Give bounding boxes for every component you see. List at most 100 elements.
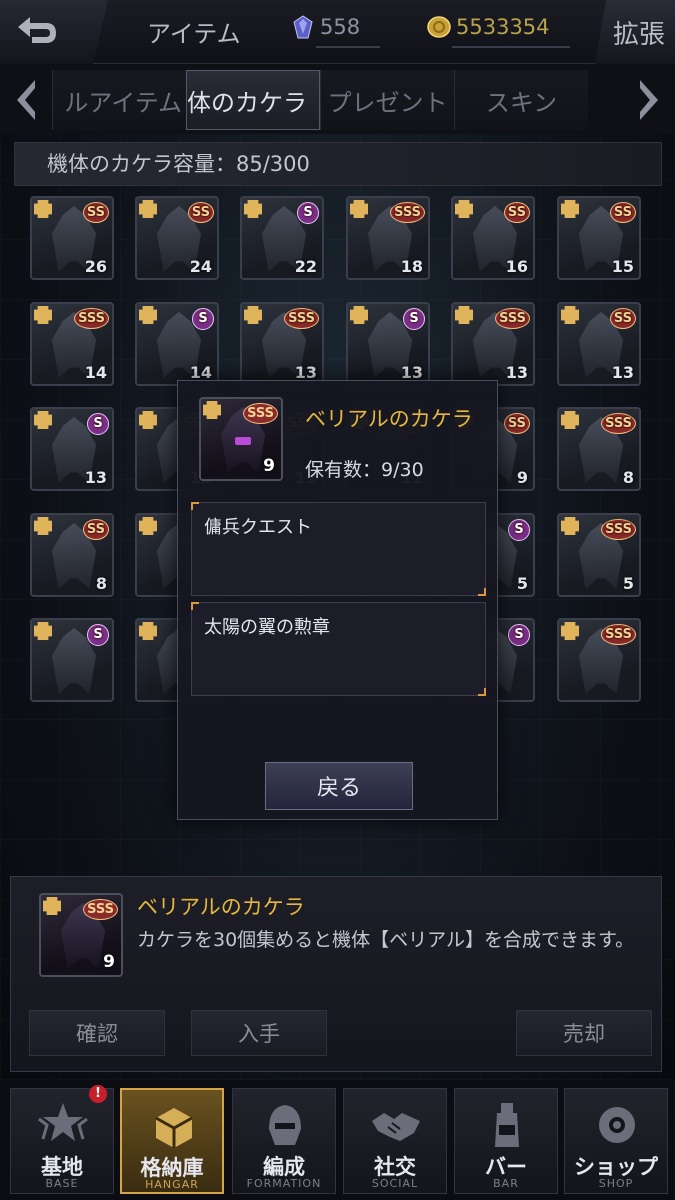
fragment-item[interactable]: SS 16 <box>451 196 535 280</box>
fragment-item[interactable]: S 13 <box>346 302 430 386</box>
nav-bar[interactable]: バー BAR <box>454 1088 558 1194</box>
fragment-item[interactable]: SS 26 <box>30 196 114 280</box>
category-tabs: ルアイテム 体のカケラ プレゼント スキン <box>0 64 675 134</box>
rank-badge: SSS <box>243 403 278 424</box>
tab-scroll-left[interactable] <box>6 74 46 126</box>
gem-counter: 558 <box>290 12 381 48</box>
fragment-item[interactable]: S 13 <box>30 407 114 491</box>
puzzle-piece-icon <box>34 411 52 429</box>
tab-skins[interactable]: スキン <box>454 70 588 130</box>
fragment-item[interactable]: SSS 8 <box>557 407 641 491</box>
fragment-count: 15 <box>611 257 634 276</box>
sell-button[interactable]: 売却 <box>516 1010 652 1056</box>
top-bar: アイテム 558 5533354 拡張 <box>0 0 675 64</box>
rank-badge: S <box>508 624 530 646</box>
rank-badge: SSS <box>284 308 319 329</box>
expand-button[interactable]: 拡張 <box>595 0 675 64</box>
base-emblem-icon <box>37 1099 89 1151</box>
chevron-left-icon <box>17 80 35 120</box>
detail-fragment-icon: SSS 9 <box>39 893 123 977</box>
fragment-count: 22 <box>294 257 317 276</box>
fragment-count: 5 <box>516 574 528 593</box>
popup-back-button[interactable]: 戻る <box>265 762 413 810</box>
nav-formation[interactable]: 編成 FORMATION <box>232 1088 336 1194</box>
tab-scroll-right[interactable] <box>629 74 669 126</box>
formation-helmet-icon <box>259 1099 311 1151</box>
fragment-source-popup: SSS 9 ベリアルのカケラ 保有数：9/30 傭兵クエスト 太陽の翼の勲章 戻… <box>177 380 498 820</box>
fragment-item[interactable]: S <box>30 618 114 702</box>
rank-badge: SS <box>503 413 530 434</box>
tab-general-items[interactable]: ルアイテム <box>52 70 186 130</box>
coin-amount: 5533354 <box>456 15 550 39</box>
fragment-item[interactable]: SS 13 <box>557 302 641 386</box>
puzzle-piece-icon <box>455 200 473 218</box>
puzzle-piece-icon <box>244 306 262 324</box>
obtain-button[interactable]: 入手 <box>191 1010 327 1056</box>
chevron-right-icon <box>640 80 658 120</box>
puzzle-piece-icon <box>139 517 157 535</box>
fragment-item[interactable]: SSS 13 <box>240 302 324 386</box>
detail-description: カケラを30個集めると機体【ベリアル】を合成できます。 <box>137 929 635 951</box>
tab-unit-fragments[interactable]: 体のカケラ <box>186 70 320 130</box>
nav-base[interactable]: 基地 BASE ! <box>10 1085 114 1194</box>
rank-badge: SSS <box>83 899 118 920</box>
tab-presents[interactable]: プレゼント <box>320 70 454 130</box>
puzzle-piece-icon <box>34 200 52 218</box>
fragment-count: 9 <box>263 456 275 476</box>
bottom-navigation: 基地 BASE ! 格納庫 HANGAR 編成 FORMATION 社交 SOC… <box>0 1080 675 1200</box>
rank-badge: SSS <box>495 308 530 329</box>
rank-badge: SSS <box>601 624 636 645</box>
fragment-item[interactable]: SS 8 <box>30 513 114 597</box>
puzzle-piece-icon <box>34 306 52 324</box>
fragment-item[interactable]: SSS 18 <box>346 196 430 280</box>
fragment-count: 8 <box>95 574 107 593</box>
coin-icon <box>427 16 451 38</box>
popup-item-name: ベリアルのカケラ <box>305 407 473 431</box>
fragment-count: 8 <box>622 468 634 487</box>
fragment-capacity: 機体のカケラ容量：85/300 <box>14 142 662 186</box>
nav-shop[interactable]: ショップ SHOP <box>564 1088 668 1194</box>
item-detail-panel: SSS 9 ベリアルのカケラ カケラを30個集めると機体【ベリアル】を合成できま… <box>10 876 662 1072</box>
fragment-item[interactable]: SSS 5 <box>557 513 641 597</box>
fragment-count: 9 <box>516 468 528 487</box>
puzzle-piece-icon <box>561 306 579 324</box>
nav-sublabel: BASE <box>45 1177 79 1190</box>
fragment-count: 26 <box>84 257 107 276</box>
rank-badge: SS <box>503 202 530 223</box>
fragment-item[interactable]: SSS 14 <box>30 302 114 386</box>
puzzle-piece-icon <box>561 622 579 640</box>
rank-badge: SSS <box>601 519 636 540</box>
back-button[interactable] <box>0 0 108 64</box>
fragment-item[interactable]: SSS 13 <box>451 302 535 386</box>
fragment-count: 24 <box>189 257 212 276</box>
mech-visor-icon <box>235 437 251 445</box>
source-sun-wing-medal[interactable]: 太陽の翼の勲章 <box>191 602 486 696</box>
puzzle-piece-icon <box>43 897 61 915</box>
fragment-item[interactable]: S 14 <box>135 302 219 386</box>
rank-badge: SS <box>82 202 109 223</box>
fragment-item[interactable]: SS 24 <box>135 196 219 280</box>
fragment-count: 5 <box>622 574 634 593</box>
bar-drink-icon <box>481 1099 533 1151</box>
confirm-button[interactable]: 確認 <box>29 1010 165 1056</box>
rank-badge: SSS <box>601 413 636 434</box>
hangar-crate-icon <box>148 1100 200 1152</box>
rank-badge: SS <box>187 202 214 223</box>
nav-sublabel: HANGAR <box>145 1178 199 1191</box>
nav-social[interactable]: 社交 SOCIAL <box>343 1088 447 1194</box>
fragment-item[interactable]: SS 15 <box>557 196 641 280</box>
puzzle-piece-icon <box>244 200 262 218</box>
nav-sublabel: SHOP <box>598 1177 634 1190</box>
rank-badge: S <box>87 624 109 646</box>
fragment-item[interactable]: SSS <box>557 618 641 702</box>
fragment-count: 18 <box>400 257 423 276</box>
gem-icon <box>293 15 313 39</box>
nav-hangar[interactable]: 格納庫 HANGAR <box>120 1088 224 1194</box>
nav-sublabel: SOCIAL <box>371 1177 419 1190</box>
handshake-icon <box>370 1099 422 1151</box>
source-mercenary-quest[interactable]: 傭兵クエスト <box>191 502 486 596</box>
puzzle-piece-icon <box>139 306 157 324</box>
puzzle-piece-icon <box>34 517 52 535</box>
puzzle-piece-icon <box>139 622 157 640</box>
fragment-item[interactable]: S 22 <box>240 196 324 280</box>
